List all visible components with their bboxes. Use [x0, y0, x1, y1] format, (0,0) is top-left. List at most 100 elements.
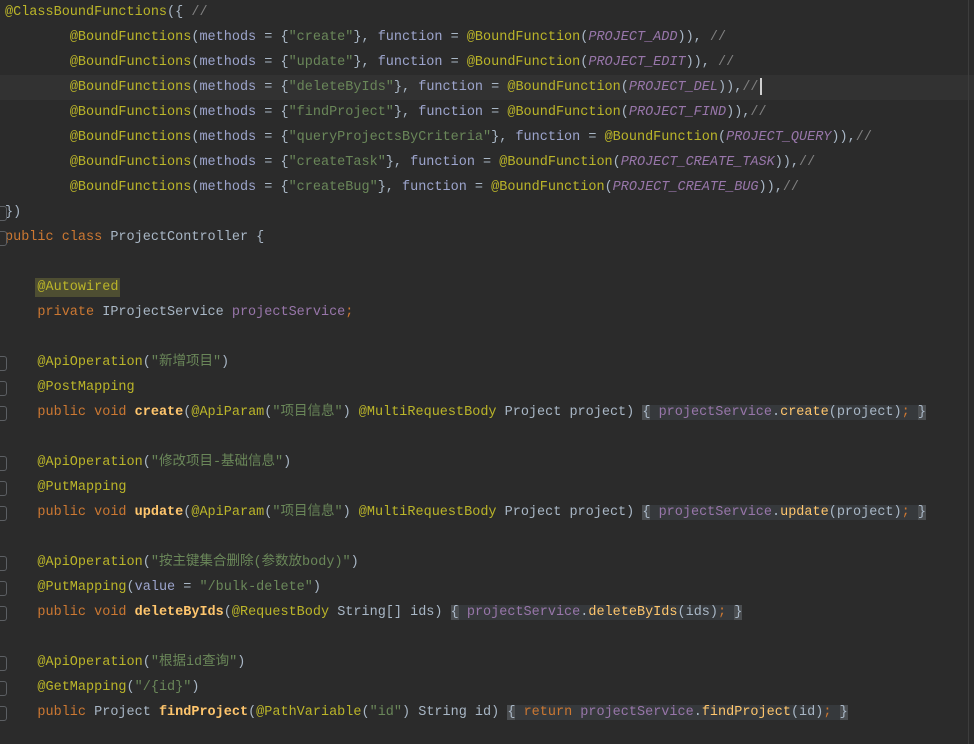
code-line-17[interactable]: public void create(@ApiParam("项目信息") @Mu…: [0, 400, 974, 425]
code-token: @PutMapping: [37, 580, 126, 595]
code-token: [5, 355, 37, 370]
code-token: [127, 605, 135, 620]
text-caret: [760, 78, 762, 95]
code-token: @BoundFunction: [605, 130, 718, 145]
fold-marker[interactable]: [0, 206, 7, 221]
code-token: [5, 130, 70, 145]
code-token: )),: [677, 30, 709, 45]
code-line-27[interactable]: @ApiOperation("根据id查询"): [0, 650, 974, 675]
code-token: ): [351, 555, 359, 570]
fold-marker[interactable]: [0, 506, 7, 521]
code-token: void: [94, 505, 126, 520]
code-token: PROJECT_DEL: [629, 80, 718, 95]
code-token: @Autowired: [37, 280, 118, 295]
code-token: [5, 405, 37, 420]
fold-marker[interactable]: [0, 581, 7, 596]
code-line-18[interactable]: [0, 425, 974, 450]
code-token: @MultiRequestBody: [359, 405, 497, 420]
code-token: void: [94, 405, 126, 420]
code-token: findProject: [159, 705, 248, 720]
code-area[interactable]: @ClassBoundFunctions({ // @BoundFunction…: [0, 0, 974, 744]
code-token: .: [694, 705, 702, 720]
code-line-16[interactable]: @PostMapping: [0, 375, 974, 400]
code-token: ) String id): [402, 705, 507, 720]
code-token: PROJECT_CREATE_TASK: [621, 155, 775, 170]
fold-marker[interactable]: [0, 481, 7, 496]
code-line-5[interactable]: @BoundFunctions(methods = {"findProject"…: [0, 100, 974, 125]
code-token: create: [135, 405, 184, 420]
code-line-23[interactable]: @ApiOperation("按主键集合删除(参数放body)"): [0, 550, 974, 575]
code-token: [5, 480, 37, 495]
code-token: PROJECT_QUERY: [726, 130, 831, 145]
code-line-14[interactable]: [0, 325, 974, 350]
fold-marker[interactable]: [0, 706, 7, 721]
fold-marker[interactable]: [0, 356, 7, 371]
code-token: (: [224, 605, 232, 620]
fold-marker[interactable]: [0, 381, 7, 396]
fold-marker[interactable]: [0, 406, 7, 421]
code-token: =: [580, 130, 604, 145]
code-token: )),: [726, 105, 750, 120]
fold-marker[interactable]: [0, 681, 7, 696]
code-token: (: [127, 580, 135, 595]
code-line-3[interactable]: @BoundFunctions(methods = {"update"}, fu…: [0, 50, 974, 75]
code-token: Project project): [497, 505, 643, 520]
code-line-24[interactable]: @PutMapping(value = "/bulk-delete"): [0, 575, 974, 600]
code-line-7[interactable]: @BoundFunctions(methods = {"createTask"}…: [0, 150, 974, 175]
fold-marker[interactable]: [0, 231, 7, 246]
code-token: ({: [167, 5, 191, 20]
code-token: [5, 680, 37, 695]
code-line-11[interactable]: [0, 250, 974, 275]
code-token: }: [840, 705, 848, 720]
fold-marker[interactable]: [0, 606, 7, 621]
code-line-19[interactable]: @ApiOperation("修改项目-基础信息"): [0, 450, 974, 475]
code-line-4[interactable]: @BoundFunctions(methods = {"deleteByIds"…: [0, 75, 974, 100]
code-line-25[interactable]: public void deleteByIds(@RequestBody Str…: [0, 600, 974, 625]
code-token: [5, 305, 37, 320]
code-token: methods: [199, 130, 256, 145]
code-token: methods: [199, 155, 256, 170]
code-token: = {: [256, 30, 288, 45]
code-token: },: [353, 55, 377, 70]
code-line-9[interactable]: }): [0, 200, 974, 225]
code-line-10[interactable]: public class ProjectController {: [0, 225, 974, 250]
code-token: @BoundFunction: [507, 80, 620, 95]
code-line-1[interactable]: @ClassBoundFunctions({ //: [0, 0, 974, 25]
code-token: @BoundFunctions: [70, 80, 192, 95]
code-line-26[interactable]: [0, 625, 974, 650]
code-line-29[interactable]: public Project findProject(@PathVariable…: [0, 700, 974, 725]
code-token: =: [483, 80, 507, 95]
code-token: "根据id查询": [151, 655, 237, 670]
code-token: (: [143, 355, 151, 370]
fold-marker[interactable]: [0, 556, 7, 571]
code-token: @BoundFunctions: [70, 180, 192, 195]
code-token: @ApiParam: [191, 505, 264, 520]
fold-marker[interactable]: [0, 656, 7, 671]
code-token: }: [918, 405, 926, 420]
code-line-6[interactable]: @BoundFunctions(methods = {"queryProject…: [0, 125, 974, 150]
code-token: [5, 30, 70, 45]
code-token: [650, 505, 658, 520]
code-line-8[interactable]: @BoundFunctions(methods = {"createBug"},…: [0, 175, 974, 200]
code-token: },: [394, 80, 418, 95]
code-token: update: [135, 505, 184, 520]
code-line-13[interactable]: private IProjectService projectService;: [0, 300, 974, 325]
code-token: @MultiRequestBody: [359, 505, 497, 520]
code-token: },: [378, 180, 402, 195]
code-line-30[interactable]: [0, 725, 974, 744]
code-token: [5, 105, 70, 120]
code-line-21[interactable]: public void update(@ApiParam("项目信息") @Mu…: [0, 500, 974, 525]
fold-marker[interactable]: [0, 456, 7, 471]
code-token: =: [175, 580, 199, 595]
code-line-2[interactable]: @BoundFunctions(methods = {"create"}, fu…: [0, 25, 974, 50]
code-line-22[interactable]: [0, 525, 974, 550]
code-line-28[interactable]: @GetMapping("/{id}"): [0, 675, 974, 700]
code-token: (project): [829, 505, 902, 520]
code-token: function: [378, 30, 443, 45]
code-line-20[interactable]: @PutMapping: [0, 475, 974, 500]
code-line-15[interactable]: @ApiOperation("新增项目"): [0, 350, 974, 375]
code-line-12[interactable]: @Autowired: [0, 275, 974, 300]
code-token: @ApiOperation: [37, 355, 142, 370]
code-token: methods: [199, 180, 256, 195]
code-token: [5, 155, 70, 170]
